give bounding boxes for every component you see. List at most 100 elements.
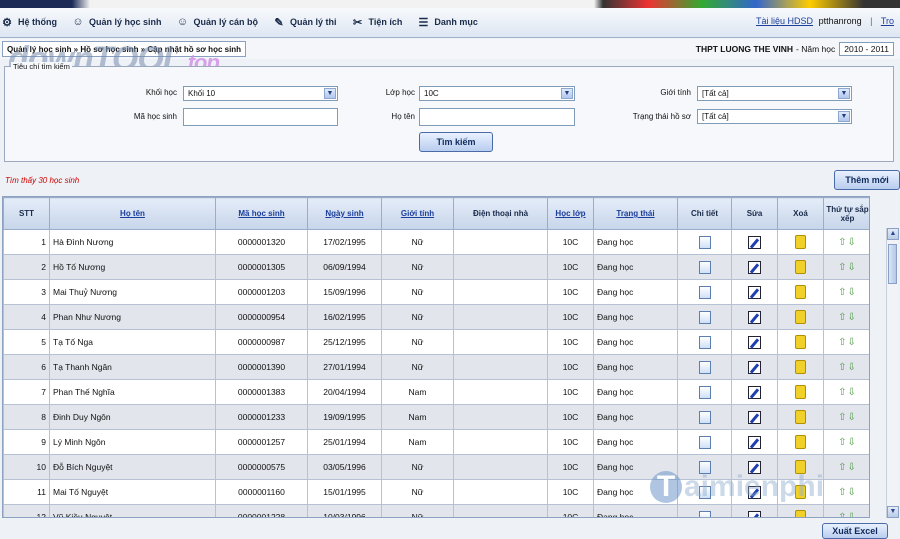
column-header[interactable]: Mã học sinh <box>215 197 308 230</box>
search-button[interactable]: Tìm kiếm <box>419 132 493 152</box>
table-cell: 10C <box>547 454 594 480</box>
detail-icon[interactable] <box>698 360 711 374</box>
menu-item-1[interactable]: ☺ Quản lý học sinh <box>71 15 161 29</box>
add-new-button[interactable]: Thêm mới <box>834 170 900 190</box>
scroll-down-icon[interactable]: ▼ <box>887 506 899 518</box>
table-cell: 10C <box>547 429 594 455</box>
edit-icon[interactable] <box>748 335 761 349</box>
table-cell: Đang học <box>593 504 678 517</box>
edit-icon[interactable] <box>748 310 761 324</box>
column-header[interactable]: Ngày sinh <box>307 197 382 230</box>
scroll-thumb[interactable] <box>888 244 897 284</box>
table-cell: 10C <box>547 479 594 505</box>
sort-arrows-icon[interactable]: ⇧⇩ <box>838 237 857 248</box>
table-cell: 10C <box>547 279 594 305</box>
sort-arrows-icon[interactable]: ⇧⇩ <box>838 287 857 298</box>
delete-icon[interactable] <box>795 385 806 399</box>
full-name-input[interactable] <box>419 108 575 126</box>
school-year-select[interactable]: 2010 - 2011 <box>839 42 894 56</box>
more-link[interactable]: Tro <box>881 16 894 26</box>
column-header[interactable]: Trạng thái <box>593 197 678 230</box>
detail-cell <box>677 229 732 255</box>
table-cell: Đang học <box>593 404 678 430</box>
sort-arrows-icon[interactable]: ⇧⇩ <box>838 362 857 373</box>
table-scrollbar[interactable]: ▲ ▼ <box>886 228 899 518</box>
detail-icon[interactable] <box>698 285 711 299</box>
detail-icon[interactable] <box>698 510 711 517</box>
school-year-label: - Năm học <box>796 44 836 54</box>
edit-icon[interactable] <box>748 360 761 374</box>
delete-cell <box>777 379 824 405</box>
column-header[interactable]: Họ tên <box>49 197 216 230</box>
menu-item-3[interactable]: ✎ Quản lý thi <box>272 15 336 29</box>
record-status-select[interactable]: [Tất cả] ▼ <box>697 109 852 124</box>
menu-item-label: Tiện ích <box>368 17 403 27</box>
student-id-input[interactable] <box>183 108 338 126</box>
record-status-label: Trạng thái hồ sơ <box>632 112 691 121</box>
delete-icon[interactable] <box>795 360 806 374</box>
edit-icon[interactable] <box>748 285 761 299</box>
delete-icon[interactable] <box>795 285 806 299</box>
table-cell: 1 <box>3 229 50 255</box>
menu-item-5[interactable]: ☰ Danh mục <box>416 15 477 29</box>
system-icon: ⚙ <box>2 16 12 29</box>
sort-arrows-icon[interactable]: ⇧⇩ <box>838 262 857 273</box>
banner-strip <box>0 0 900 8</box>
sort-arrows-icon[interactable]: ⇧⇩ <box>838 337 857 348</box>
edit-icon[interactable] <box>748 510 761 517</box>
sort-arrows-icon[interactable]: ⇧⇩ <box>838 462 857 473</box>
edit-icon[interactable] <box>748 410 761 424</box>
sort-arrows-icon[interactable]: ⇧⇩ <box>838 487 857 498</box>
menu-item-2[interactable]: ☺ Quản lý cán bộ <box>176 15 258 29</box>
delete-icon[interactable] <box>795 310 806 324</box>
detail-icon[interactable] <box>698 335 711 349</box>
school-info: THPT LUONG THE VINH - Năm học 2010 - 201… <box>696 42 894 56</box>
delete-icon[interactable] <box>795 235 806 249</box>
column-header[interactable]: Học lớp <box>547 197 594 230</box>
sort-arrows-icon[interactable]: ⇧⇩ <box>838 412 857 423</box>
detail-icon[interactable] <box>698 310 711 324</box>
column-header: Sửa <box>731 197 778 230</box>
scroll-up-icon[interactable]: ▲ <box>887 228 899 240</box>
detail-icon[interactable] <box>698 410 711 424</box>
menu-item-4[interactable]: ✂ Tiện ích <box>351 15 403 29</box>
delete-icon[interactable] <box>795 435 806 449</box>
edit-icon[interactable] <box>748 260 761 274</box>
table-cell: Đang học <box>593 379 678 405</box>
export-excel-button[interactable]: Xuất Excel <box>822 523 888 539</box>
detail-icon[interactable] <box>698 385 711 399</box>
edit-cell <box>731 329 778 355</box>
grade-select[interactable]: Khối 10 ▼ <box>183 86 338 101</box>
table-cell: Nam <box>381 379 454 405</box>
detail-cell <box>677 504 732 517</box>
detail-icon[interactable] <box>698 260 711 274</box>
delete-icon[interactable] <box>795 510 806 517</box>
class-select[interactable]: 10C ▼ <box>419 86 575 101</box>
gender-select[interactable]: [Tất cả] ▼ <box>697 86 852 101</box>
detail-icon[interactable] <box>698 235 711 249</box>
edit-icon[interactable] <box>748 385 761 399</box>
user-guide-link[interactable]: Tài liệu HDSD <box>756 16 813 26</box>
sort-arrows-icon[interactable]: ⇧⇩ <box>838 387 857 398</box>
class-select-value: 10C <box>424 89 439 98</box>
sort-arrows-icon[interactable]: ⇧⇩ <box>838 437 857 448</box>
school-name: THPT LUONG THE VINH <box>695 44 794 54</box>
grade-label: Khối học <box>145 88 177 97</box>
column-header[interactable]: Giới tính <box>381 197 454 230</box>
table-cell: Nam <box>381 404 454 430</box>
table-cell: 25/01/1994 <box>307 429 382 455</box>
table-cell: Đang học <box>593 354 678 380</box>
edit-icon[interactable] <box>748 235 761 249</box>
delete-icon[interactable] <box>795 335 806 349</box>
watermark-text-2: aimienphi <box>684 470 825 503</box>
sort-arrows-icon[interactable]: ⇧⇩ <box>838 512 857 518</box>
delete-icon[interactable] <box>795 410 806 424</box>
detail-icon[interactable] <box>698 435 711 449</box>
delete-icon[interactable] <box>795 260 806 274</box>
menu-item-0[interactable]: ⚙ Hệ thống <box>0 15 57 29</box>
sort-arrows-icon[interactable]: ⇧⇩ <box>838 312 857 323</box>
table-cell: Đang học <box>593 329 678 355</box>
sort-arrows-cell: ⇧⇩ <box>823 429 869 455</box>
table-cell <box>453 354 548 380</box>
edit-icon[interactable] <box>748 435 761 449</box>
